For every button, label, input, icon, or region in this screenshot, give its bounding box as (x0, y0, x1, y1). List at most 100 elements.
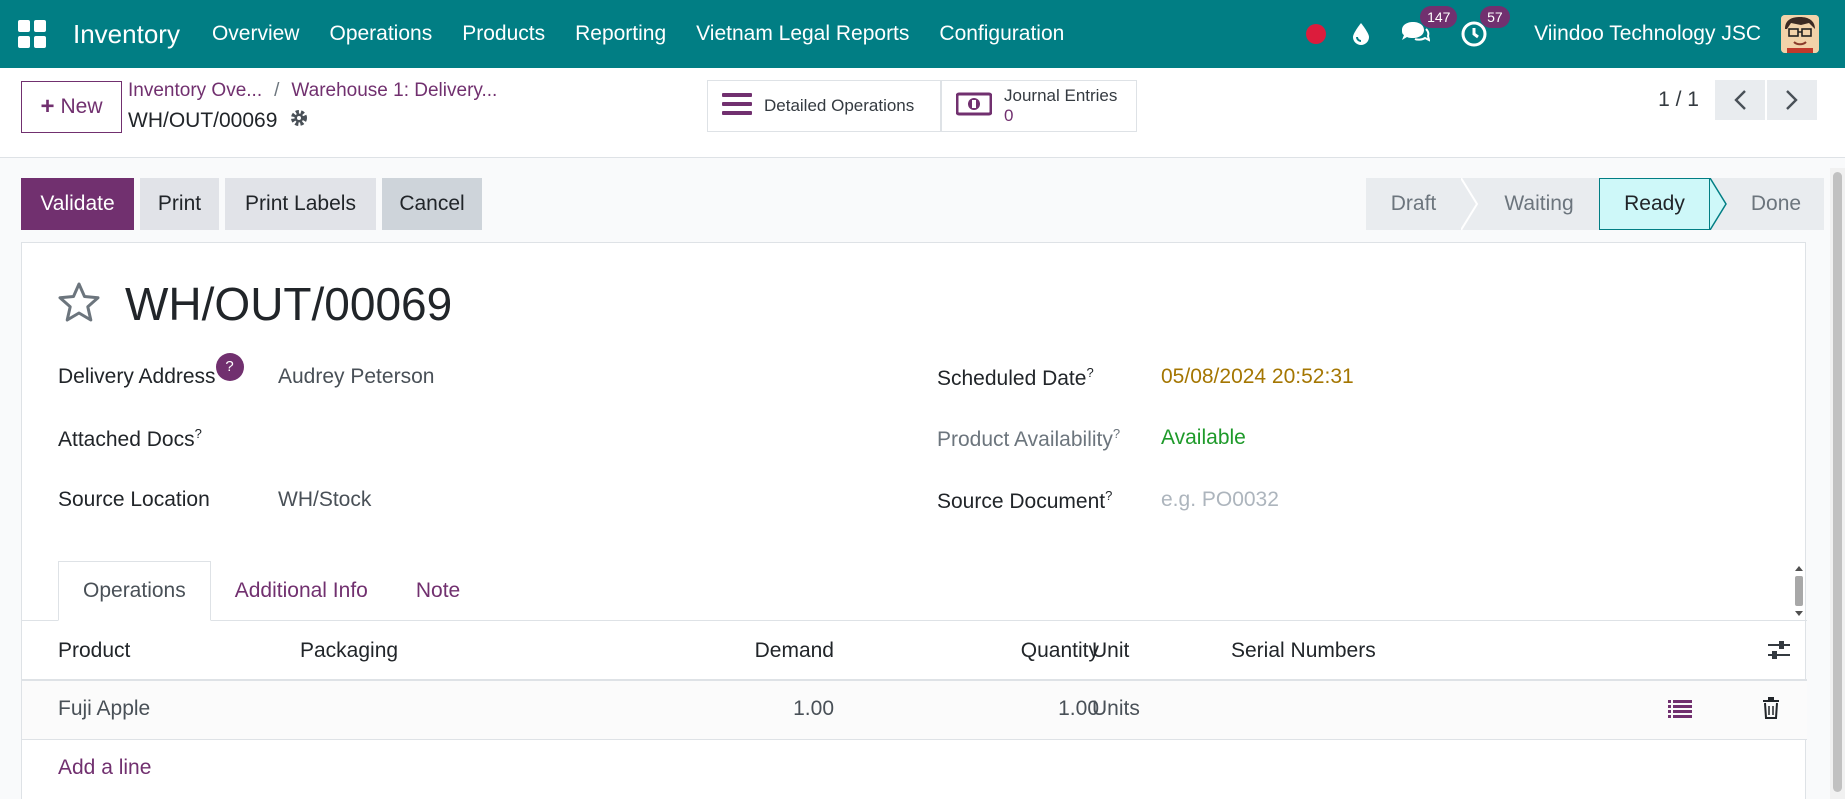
optional-columns-icon[interactable] (1767, 639, 1791, 666)
breadcrumb-inventory-overview[interactable]: Inventory Ove... (128, 80, 262, 101)
scheduled-date-label-text: Scheduled Date (937, 367, 1087, 390)
print-labels-button[interactable]: Print Labels (225, 178, 376, 230)
current-record-name: WH/OUT/00069 (128, 109, 278, 132)
messages-icon[interactable]: 147 (1400, 6, 1458, 48)
column-quantity[interactable]: Quantity (994, 639, 1099, 663)
journal-entries-button[interactable]: Journal Entries 0 (941, 80, 1137, 132)
source-document-help-icon[interactable]: ? (1105, 488, 1112, 503)
status-separator-icon (1710, 178, 1728, 230)
source-document-input[interactable]: e.g. PO0032 (1161, 488, 1279, 512)
menu-operations[interactable]: Operations (329, 22, 432, 46)
tab-scrollbar[interactable] (1792, 563, 1806, 619)
table-row[interactable]: Fuji Apple 1.00 1.00 Units (22, 681, 1807, 740)
list-icon (722, 92, 752, 121)
validate-button[interactable]: Validate (21, 178, 134, 230)
add-a-line-link[interactable]: Add a line (58, 756, 151, 780)
print-button[interactable]: Print (140, 178, 219, 230)
app-name[interactable]: Inventory (73, 19, 180, 50)
status-waiting[interactable]: Waiting (1479, 178, 1599, 230)
tab-operations[interactable]: Operations (58, 561, 211, 621)
drop-icon[interactable] (1352, 20, 1370, 48)
journal-entries-count: 0 (1004, 106, 1014, 125)
detailed-operations-label: Detailed Operations (764, 96, 915, 115)
source-location-value[interactable]: WH/Stock (278, 488, 371, 512)
status-ready[interactable]: Ready (1599, 178, 1710, 230)
row-unit[interactable]: Units (1092, 697, 1140, 721)
plus-icon: + (40, 93, 55, 120)
notebook-tabs: Operations Additional Info Note (58, 561, 484, 621)
company-switcher[interactable]: Viindoo Technology JSC (1534, 22, 1761, 46)
menu-reporting[interactable]: Reporting (575, 22, 666, 46)
detailed-operations-button[interactable]: Detailed Operations (707, 80, 941, 132)
delivery-address-value[interactable]: Audrey Peterson (278, 365, 434, 389)
scheduled-date-label: Scheduled Date? (937, 365, 1094, 391)
row-product[interactable]: Fuji Apple (58, 697, 150, 721)
row-quantity[interactable]: 1.00 (994, 697, 1099, 721)
source-document-label-text: Source Document (937, 490, 1106, 513)
user-avatar[interactable] (1781, 15, 1819, 53)
activities-clock-icon[interactable]: 57 (1460, 6, 1510, 48)
delivery-address-label-text: Delivery Address (58, 365, 216, 388)
chevron-left-icon (1734, 90, 1746, 110)
apps-menu-icon[interactable] (18, 20, 46, 48)
cancel-button[interactable]: Cancel (382, 178, 482, 230)
breadcrumb: Inventory Ove... / Warehouse 1: Delivery..… (128, 80, 497, 102)
menu-products[interactable]: Products (462, 22, 545, 46)
menu-configuration[interactable]: Configuration (939, 22, 1064, 46)
pager-value[interactable]: 1 / 1 (1658, 88, 1699, 112)
source-document-label: Source Document? (937, 488, 1112, 514)
add-line-row (22, 740, 1807, 799)
scheduled-date-help-icon[interactable]: ? (1086, 365, 1093, 380)
delivery-address-label: Delivery Address? (58, 353, 244, 393)
product-availability-label: Product Availability? (937, 426, 1120, 452)
source-location-label: Source Location (58, 488, 210, 511)
record-indicator-icon[interactable] (1306, 24, 1327, 44)
main-scrollbar[interactable] (1830, 168, 1845, 799)
column-serial-numbers[interactable]: Serial Numbers (1231, 639, 1376, 663)
column-unit[interactable]: Unit (1092, 639, 1129, 663)
product-availability-help-icon[interactable]: ? (1113, 426, 1120, 441)
main-scrollbar-thumb[interactable] (1833, 172, 1842, 792)
product-availability-value: Available (1161, 426, 1246, 449)
money-bill-icon (955, 92, 993, 121)
delivery-address-help-icon[interactable]: ? (215, 353, 244, 381)
pager-previous-button[interactable] (1715, 80, 1765, 120)
pager: 1 / 1 (1658, 80, 1817, 120)
smart-buttons: Detailed Operations Journal Entries 0 (707, 80, 1137, 132)
star-icon[interactable] (57, 281, 101, 328)
current-record: WH/OUT/00069 (128, 108, 309, 134)
attached-docs-help-icon[interactable]: ? (195, 426, 202, 441)
record-title: WH/OUT/00069 (125, 278, 453, 330)
trash-icon[interactable] (1762, 697, 1780, 724)
journal-entries-label: Journal Entries (1004, 86, 1118, 105)
messages-badge: 147 (1420, 6, 1458, 28)
product-availability-label-text: Product Availability (937, 428, 1113, 451)
column-demand[interactable]: Demand (730, 639, 834, 663)
status-draft[interactable]: Draft (1366, 178, 1461, 230)
column-packaging[interactable]: Packaging (300, 639, 398, 663)
tab-note[interactable]: Note (392, 561, 484, 621)
gear-icon[interactable] (289, 108, 309, 134)
attached-docs-label-text: Attached Docs (58, 428, 195, 451)
pager-next-button[interactable] (1767, 80, 1817, 120)
chevron-right-icon (1786, 90, 1798, 110)
status-done[interactable]: Done (1728, 178, 1824, 230)
activities-badge: 57 (1480, 6, 1510, 28)
form-sheet: WH/OUT/00069 Delivery Address? Audrey Pe… (21, 242, 1807, 799)
tab-additional-info[interactable]: Additional Info (211, 561, 392, 621)
details-list-icon[interactable] (1668, 699, 1692, 724)
menu-vietnam-legal-reports[interactable]: Vietnam Legal Reports (696, 22, 909, 46)
new-button-label: New (60, 95, 103, 118)
status-separator-icon (1461, 178, 1479, 230)
new-button[interactable]: + New (21, 81, 122, 133)
breadcrumb-warehouse-delivery[interactable]: Warehouse 1: Delivery... (291, 80, 497, 101)
attached-docs-label: Attached Docs? (58, 426, 202, 452)
control-panel: + New Inventory Ove... / Warehouse 1: Deli… (0, 68, 1845, 158)
scheduled-date-value[interactable]: 05/08/2024 20:52:31 (1161, 365, 1354, 389)
menu-overview[interactable]: Overview (212, 22, 300, 46)
operations-table-header: Product Packaging Demand Quantity Unit S… (22, 621, 1807, 681)
row-demand[interactable]: 1.00 (730, 697, 834, 721)
status-bar: Draft Waiting Ready Done (1366, 178, 1824, 230)
column-product[interactable]: Product (58, 639, 130, 663)
top-navbar: Inventory Overview Operations Products R… (0, 0, 1845, 68)
